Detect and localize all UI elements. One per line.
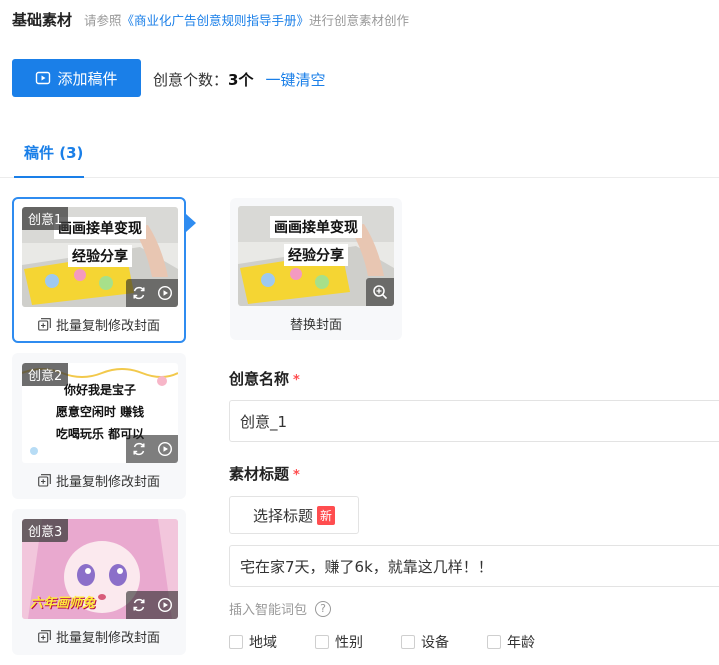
material-title-text: 素材标题	[229, 465, 290, 483]
option-label: 地域	[249, 635, 277, 651]
refresh-icon	[133, 286, 145, 300]
cover-line-1: 你好我是宝子	[63, 383, 136, 397]
play-icon	[157, 285, 173, 301]
option-label: 性别	[335, 635, 363, 651]
creative-count: 创意个数： 3个 一键清空	[153, 69, 325, 90]
copy-add-icon	[38, 629, 51, 643]
select-title-label: 选择标题	[252, 506, 313, 525]
play-video-button[interactable]	[152, 279, 178, 307]
thumbnail-controls	[126, 591, 178, 619]
creative-thumbnail: 你好我是宝子 愿意空闲时 赚钱 吃喝玩乐 都可以 创意2	[22, 363, 178, 463]
tab-bar: 稿件 (3)	[0, 130, 719, 178]
option-gender[interactable]: 性别	[315, 632, 401, 652]
new-badge: 新	[317, 505, 336, 525]
count-label: 创意个数：	[153, 71, 229, 89]
cover-line-2: 经验分享	[68, 245, 132, 267]
creative-tag: 创意2	[22, 363, 69, 386]
option-label: 设备	[421, 635, 449, 651]
help-icon[interactable]: ?	[315, 600, 332, 617]
option-device[interactable]: 设备	[401, 632, 487, 652]
copy-add-icon	[38, 473, 51, 487]
insert-smart-words: 插入智能词包 ?	[229, 599, 332, 618]
play-video-button[interactable]	[152, 435, 178, 463]
material-title-input[interactable]: 宅在家7天，赚了6k，就靠这几样！！	[229, 545, 719, 587]
play-icon	[157, 597, 173, 613]
required-mark: *	[293, 373, 300, 388]
tab-active-indicator	[14, 176, 84, 178]
creative-thumbnail: 六年画师兔 创意3	[22, 519, 178, 619]
replace-video-button[interactable]	[126, 435, 152, 463]
selected-pointer	[186, 214, 196, 232]
thumbnail-controls	[126, 279, 178, 307]
play-icon	[157, 441, 173, 457]
cover-line-2: 愿意空闲时 赚钱	[55, 405, 145, 419]
cover-text-overlay: 画画接单变现 经验分享	[238, 216, 394, 266]
refresh-icon	[133, 442, 145, 456]
clear-all-button[interactable]: 一键清空	[265, 69, 325, 90]
guide-manual-link[interactable]: 《商业化广告创意规则指导手册》	[122, 13, 310, 28]
option-age[interactable]: 年龄	[487, 632, 573, 652]
creative-name-input[interactable]: 创意_1	[229, 400, 719, 442]
replace-video-button[interactable]	[126, 591, 152, 619]
cover-line-2: 经验分享	[284, 244, 348, 266]
batch-copy-label: 批量复制修改封面	[55, 318, 160, 334]
tab-drafts[interactable]: 稿件 (3)	[24, 142, 83, 163]
zoom-cover-button[interactable]	[366, 278, 394, 306]
zoom-in-icon	[373, 285, 388, 300]
replace-cover-button[interactable]: 替换封面	[238, 306, 394, 340]
creative-card-1[interactable]: 画画接单变现 经验分享 创意1 批量复制修改封面	[12, 197, 186, 343]
cover-text-overlay: 你好我是宝子 愿意空闲时 赚钱 吃喝玩乐 都可以	[22, 381, 178, 442]
material-title-label: 素材标题 *	[229, 463, 300, 484]
insert-label: 插入智能词包	[229, 603, 308, 618]
batch-copy-button[interactable]: 批量复制修改封面	[22, 463, 176, 497]
replace-video-button[interactable]	[126, 279, 152, 307]
creative-tag: 创意3	[22, 519, 69, 542]
creative-name-text: 创意名称	[229, 370, 290, 388]
cover-line-1: 六年画师兔	[30, 596, 96, 611]
add-draft-label: 添加稿件	[57, 69, 118, 88]
creative-thumbnail: 画画接单变现 经验分享 创意1	[22, 207, 178, 307]
add-draft-button[interactable]: 添加稿件	[12, 59, 141, 97]
batch-copy-label: 批量复制修改封面	[55, 630, 160, 646]
hint-prefix: 请参照	[84, 13, 122, 28]
option-region[interactable]: 地域	[229, 632, 315, 652]
creative-tag: 创意1	[22, 207, 69, 230]
cover-line-1: 画画接单变现	[270, 216, 362, 238]
select-title-button[interactable]: 选择标题 新	[229, 496, 359, 534]
cover-thumbnail: 画画接单变现 经验分享	[238, 206, 394, 306]
cover-panel: 画画接单变现 经验分享 替换封面	[230, 198, 402, 340]
batch-copy-button[interactable]: 批量复制修改封面	[22, 307, 176, 341]
batch-copy-button[interactable]: 批量复制修改封面	[22, 619, 176, 653]
creative-name-label: 创意名称 *	[229, 368, 300, 389]
hint-suffix: 进行创意素材创作	[309, 13, 410, 28]
creative-card-3[interactable]: 六年画师兔 创意3 批量复制修改封面	[12, 509, 186, 655]
video-add-icon	[36, 71, 51, 85]
batch-copy-label: 批量复制修改封面	[55, 474, 160, 490]
checkbox[interactable]	[487, 635, 501, 649]
option-label: 年龄	[507, 635, 535, 651]
checkbox[interactable]	[401, 635, 415, 649]
section-title: 基础素材	[12, 11, 73, 29]
checkbox[interactable]	[315, 635, 329, 649]
thumbnail-controls	[126, 435, 178, 463]
creative-card-2[interactable]: 你好我是宝子 愿意空闲时 赚钱 吃喝玩乐 都可以 创意2 批量复制修改封面	[12, 353, 186, 499]
play-video-button[interactable]	[152, 591, 178, 619]
required-mark: *	[293, 468, 300, 483]
copy-add-icon	[38, 317, 51, 331]
count-value: 3个	[228, 71, 254, 89]
section-header: 基础素材 请参照《商业化广告创意规则指导手册》进行创意素材创作	[12, 9, 409, 30]
checkbox[interactable]	[229, 635, 243, 649]
section-hint: 请参照《商业化广告创意规则指导手册》进行创意素材创作	[84, 10, 409, 29]
refresh-icon	[133, 598, 145, 612]
word-pack-options: 地域 性别 设备 年龄	[229, 632, 573, 652]
